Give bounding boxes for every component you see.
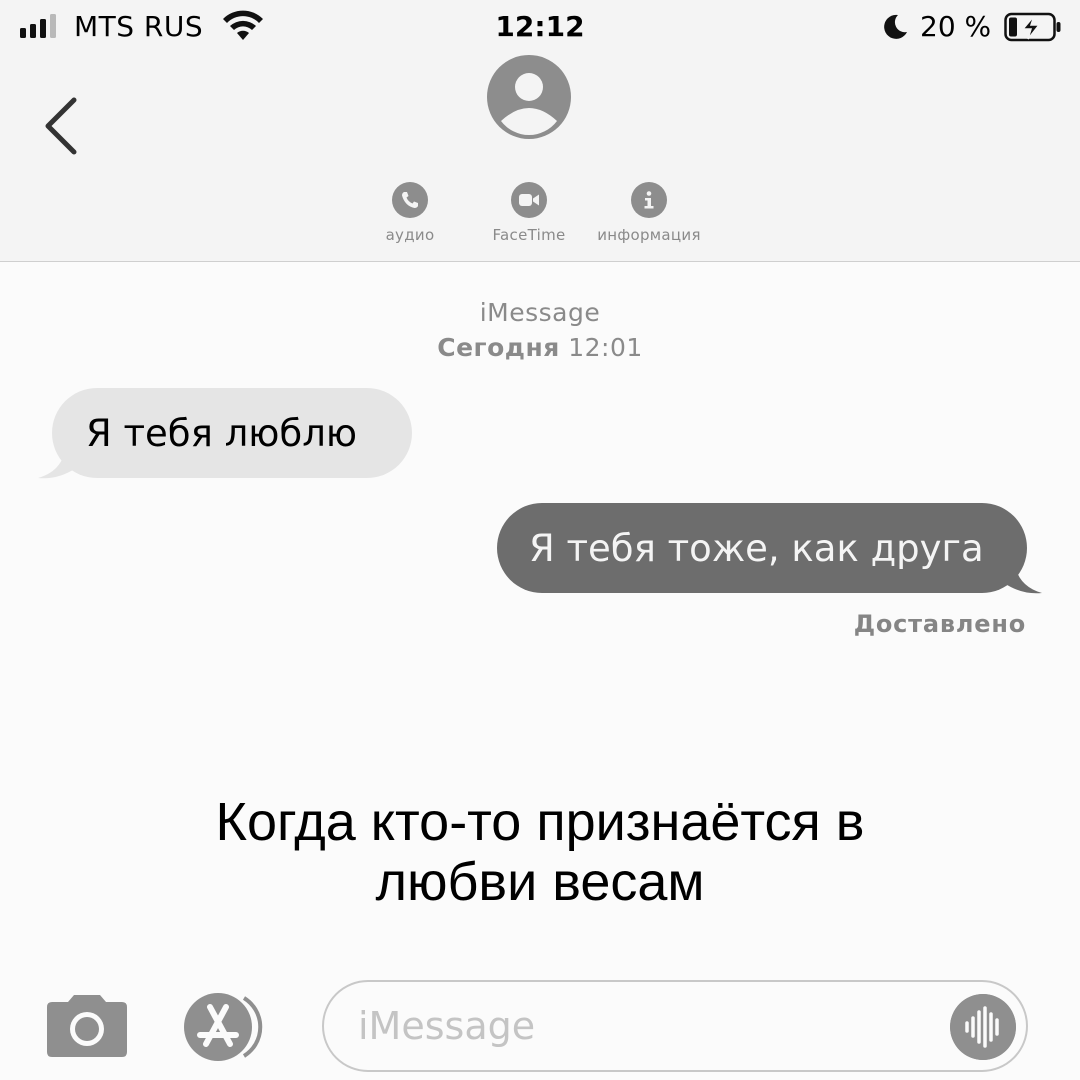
facetime-label: FaceTime (492, 226, 566, 244)
messages-screen: MTS RUS 12:12 20 % аудио FaceTime информ… (0, 0, 1080, 1080)
facetime-button[interactable]: FaceTime (459, 182, 599, 244)
timestamp-day: Сегодня (437, 333, 560, 362)
battery-charging-icon (1004, 12, 1061, 42)
meme-caption: Когда кто-то признаётся в любви весам (0, 792, 1080, 912)
status-time: 12:12 (495, 10, 585, 43)
conversation-timestamp: Сегодня 12:01 (0, 333, 1080, 362)
voice-waveform-icon[interactable] (950, 994, 1016, 1060)
do-not-disturb-moon-icon (884, 14, 907, 39)
camera-icon[interactable] (46, 994, 128, 1058)
info-label: информация (597, 226, 701, 244)
conversation-meta: iMessage Сегодня 12:01 (0, 298, 1080, 362)
app-store-icon[interactable] (180, 992, 276, 1062)
back-chevron-icon[interactable] (40, 96, 84, 156)
delivery-status: Доставлено (853, 610, 1026, 638)
outgoing-message-text: Я тебя тоже, как друга (529, 526, 984, 570)
info-icon (631, 182, 667, 218)
outgoing-message-bubble[interactable]: Я тебя тоже, как друга (497, 503, 1027, 593)
incoming-message-bubble[interactable]: Я тебя люблю (52, 388, 412, 478)
message-input-placeholder: iMessage (358, 1004, 536, 1048)
incoming-message-text: Я тебя люблю (86, 411, 358, 455)
contact-avatar-icon[interactable] (487, 55, 571, 139)
battery-percentage: 20 % (920, 10, 992, 43)
service-label: iMessage (479, 298, 601, 327)
message-input[interactable]: iMessage (322, 980, 1028, 1072)
conversation-header: MTS RUS 12:12 20 % аудио FaceTime информ… (0, 0, 1080, 262)
timestamp-time: 12:01 (568, 333, 643, 362)
caption-line-1: Когда кто-то признаётся в (215, 792, 865, 852)
info-button[interactable]: информация (579, 182, 719, 244)
video-camera-icon (511, 182, 547, 218)
status-bar: MTS RUS 12:12 20 % (0, 0, 1080, 56)
caption-line-2: любви весам (375, 852, 705, 912)
phone-icon (392, 182, 428, 218)
